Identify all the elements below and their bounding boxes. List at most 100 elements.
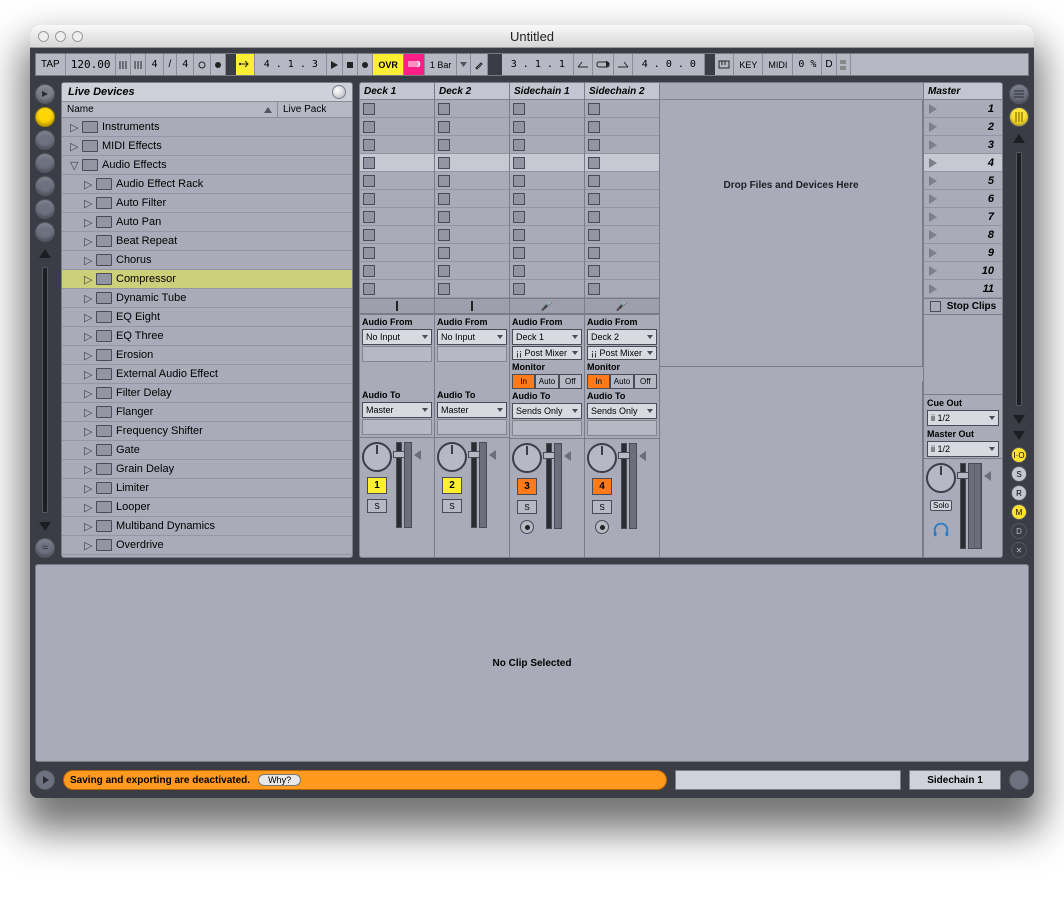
clip-slot[interactable]: [585, 118, 659, 136]
volume-slider[interactable]: [471, 442, 477, 528]
plugins-tab[interactable]: [35, 130, 55, 150]
arm-button[interactable]: [595, 520, 609, 534]
clip-slot[interactable]: [435, 280, 509, 298]
clip-slot[interactable]: [360, 100, 434, 118]
tree-item[interactable]: ▷Gate: [62, 441, 352, 460]
clip-slot[interactable]: [585, 154, 659, 172]
scene-launch[interactable]: 2: [924, 118, 1002, 136]
clip-slot[interactable]: [510, 244, 584, 262]
chevron-right-icon[interactable]: ▷: [84, 273, 92, 286]
track-activator[interactable]: 2: [442, 477, 462, 494]
clip-stop-icon[interactable]: [588, 157, 600, 169]
audio-to-select[interactable]: Sends Only: [512, 403, 582, 419]
audio-from-channel-select[interactable]: ¡¡ Post Mixer: [587, 346, 657, 360]
monitor-off-button[interactable]: Off: [559, 374, 582, 389]
solo-button[interactable]: S: [442, 499, 462, 513]
scene-play-icon[interactable]: [929, 194, 937, 204]
clip-stop-icon[interactable]: [513, 103, 525, 115]
track-title[interactable]: Deck 1: [360, 83, 434, 100]
track-activator[interactable]: 4: [592, 478, 612, 495]
record-button[interactable]: [358, 54, 373, 75]
session-scrollbar[interactable]: [1016, 152, 1022, 406]
clip-slot[interactable]: [360, 172, 434, 190]
volume-slider[interactable]: [396, 442, 402, 528]
returns-toggle[interactable]: R: [1011, 485, 1027, 501]
volume-slider[interactable]: [621, 443, 627, 529]
play-button[interactable]: [327, 54, 343, 75]
clip-slot[interactable]: [510, 100, 584, 118]
timesig-denominator[interactable]: 4: [177, 54, 194, 75]
track-title[interactable]: Master: [924, 83, 1002, 100]
monitor-in-button[interactable]: In: [512, 374, 535, 389]
tree-item[interactable]: ▷Instruments: [62, 118, 352, 137]
clip-stop-icon[interactable]: [513, 175, 525, 187]
timesig-numerator[interactable]: 4: [146, 54, 163, 75]
clips-tab[interactable]: [35, 153, 55, 173]
clip-slot[interactable]: [435, 154, 509, 172]
clip-stop-icon[interactable]: [588, 103, 600, 115]
clip-slot[interactable]: [435, 118, 509, 136]
overdub-button[interactable]: OVR: [373, 54, 404, 75]
clip-stop-icon[interactable]: [438, 211, 450, 223]
scene-launch[interactable]: 10: [924, 262, 1002, 280]
clip-stop-icon[interactable]: [588, 265, 600, 277]
scene-launch[interactable]: 7: [924, 208, 1002, 226]
monitor-off-button[interactable]: Off: [634, 374, 657, 389]
tree-item[interactable]: ▷Auto Filter: [62, 194, 352, 213]
tree-item[interactable]: ▷Multiband Dynamics: [62, 517, 352, 536]
clip-slot[interactable]: [360, 190, 434, 208]
arrangement-position[interactable]: 4 . 1 . 3: [255, 54, 327, 75]
loop-button[interactable]: [593, 54, 614, 75]
clip-stop-icon[interactable]: [363, 265, 375, 277]
pan-knob[interactable]: [512, 443, 542, 473]
clip-slot[interactable]: [510, 262, 584, 280]
cue-out-select[interactable]: ii 1/2: [927, 410, 999, 426]
browser-tree[interactable]: ▷Instruments▷MIDI Effects▽Audio Effects▷…: [62, 118, 352, 557]
delay-toggle[interactable]: D: [1011, 523, 1027, 539]
clip-stop-icon[interactable]: [363, 121, 375, 133]
clip-stop-icon[interactable]: [363, 157, 375, 169]
help-toggle-button[interactable]: [1009, 770, 1029, 790]
pan-knob[interactable]: [587, 443, 617, 473]
clip-slot[interactable]: [360, 118, 434, 136]
scene-play-icon[interactable]: [929, 122, 937, 132]
scene-launch[interactable]: 8: [924, 226, 1002, 244]
chevron-right-icon[interactable]: ▷: [84, 349, 92, 362]
chevron-right-icon[interactable]: ▷: [70, 121, 78, 134]
clip-slot[interactable]: [435, 208, 509, 226]
clip-stop-icon[interactable]: [513, 139, 525, 151]
clip-slot[interactable]: [585, 280, 659, 298]
scene-play-icon[interactable]: [929, 104, 937, 114]
arrangement-view-button[interactable]: [1009, 84, 1029, 104]
audio-to-select[interactable]: Master: [437, 402, 507, 418]
clip-stop-icon[interactable]: [588, 139, 600, 151]
clip-stop-icon[interactable]: [438, 139, 450, 151]
clip-slot[interactable]: [360, 226, 434, 244]
clip-stop-icon[interactable]: [588, 175, 600, 187]
clip-slot[interactable]: [510, 226, 584, 244]
monitor-in-button[interactable]: In: [587, 374, 610, 389]
clip-stop-icon[interactable]: [363, 247, 375, 259]
key-map-button[interactable]: KEY: [734, 54, 763, 75]
chevron-right-icon[interactable]: ▷: [84, 254, 92, 267]
follow-button[interactable]: [236, 54, 255, 75]
chevron-right-icon[interactable]: ▷: [84, 235, 92, 248]
preview-play-button[interactable]: [35, 770, 55, 790]
clip-slot[interactable]: [360, 136, 434, 154]
mixer-toggle[interactable]: M: [1011, 504, 1027, 520]
tab-5[interactable]: [35, 199, 55, 219]
groove-pool-button[interactable]: ≈: [35, 538, 55, 558]
tab-6[interactable]: [35, 222, 55, 242]
scene-launch[interactable]: 5: [924, 172, 1002, 190]
pan-knob[interactable]: [362, 442, 392, 472]
scene-launch[interactable]: 4: [924, 154, 1002, 172]
clip-stop-icon[interactable]: [513, 265, 525, 277]
metronome-toggle[interactable]: [211, 54, 226, 75]
audio-from-select[interactable]: Deck 1: [512, 329, 582, 345]
status-track[interactable]: Sidechain 1: [909, 770, 1001, 790]
cue-volume-knob[interactable]: [926, 463, 956, 493]
col-name[interactable]: Name: [67, 104, 94, 115]
clip-slot[interactable]: [585, 262, 659, 280]
chevron-right-icon[interactable]: ▷: [70, 140, 78, 153]
chevron-right-icon[interactable]: ▷: [84, 501, 92, 514]
